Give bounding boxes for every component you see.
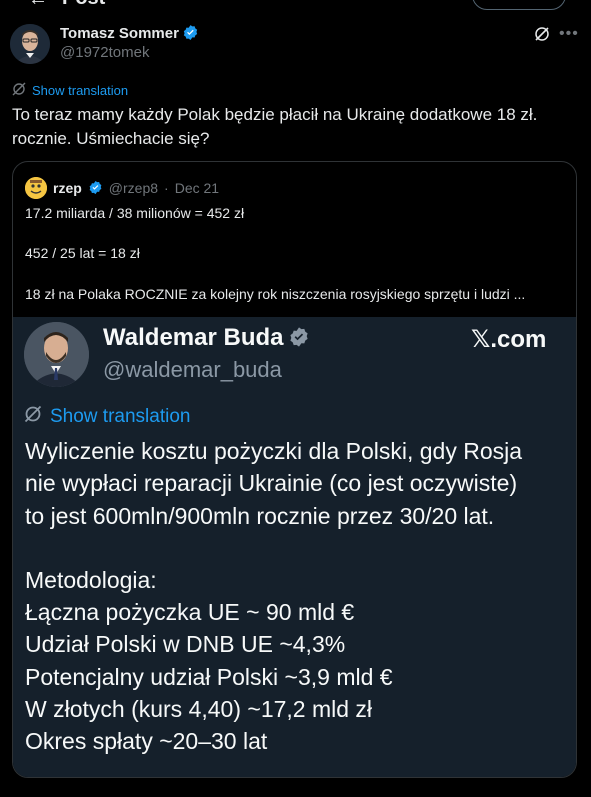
quoted-text-line: 17.2 miliarda / 38 milionów = 452 zł	[25, 205, 245, 221]
separator-dot: ·	[164, 180, 169, 196]
author-handle[interactable]: @1972tomek	[60, 44, 149, 61]
tweet-text: To teraz mamy każdy Polak będzie płacił …	[12, 103, 577, 151]
methodology-item: Okres spłaty ~20–30 lat	[25, 728, 268, 755]
reply-button[interactable]	[472, 0, 566, 10]
quoted-tweet[interactable]: rzep @rzep8 · Dec 21 17.2 miliarda / 38 …	[12, 161, 577, 778]
top-bar: ← Post	[0, 0, 591, 12]
verified-badge-icon	[88, 180, 103, 196]
methodology-item: Łączna pożyczka UE ~ 90 mld €	[25, 599, 355, 626]
quoted-tweet-date[interactable]: Dec 21	[175, 180, 219, 196]
media-author-avatar	[24, 322, 89, 387]
quoted-media-image[interactable]: Waldemar Buda @waldemar_buda 𝕏.com Show …	[13, 317, 576, 777]
methodology-item: W złotych (kurs 4,40) ~17,2 mld zł	[25, 696, 373, 723]
media-show-translation-label: Show translation	[50, 406, 191, 427]
quoted-author-avatar[interactable]	[25, 177, 47, 199]
media-text-line: Wyliczenie kosztu pożyczki dla Polski, g…	[25, 438, 523, 464]
more-options-icon[interactable]: •••	[559, 26, 579, 42]
back-arrow-icon[interactable]: ←	[28, 0, 48, 11]
author-name-text[interactable]: Tomasz Sommer	[60, 25, 179, 42]
show-translation-link[interactable]: Show translation	[12, 82, 128, 99]
grok-icon[interactable]	[534, 26, 550, 42]
media-author-name: Waldemar Buda	[103, 324, 310, 355]
media-text-line: nie wypłaci reparacji Ukrainie (co jest …	[25, 470, 518, 497]
media-author-handle: @waldemar_buda	[103, 357, 282, 382]
quoted-author-name[interactable]: rzep	[53, 180, 82, 196]
quoted-text-line: 18 zł na Polaka ROCZNIE za kolejny rok n…	[25, 286, 526, 302]
page-title: Post	[62, 0, 105, 10]
methodology-title: Metodologia:	[25, 566, 157, 593]
x-com-logo: 𝕏.com	[471, 326, 547, 353]
translate-icon	[12, 82, 26, 99]
media-show-translation: Show translation	[24, 405, 190, 429]
verified-badge-icon	[288, 326, 310, 355]
author-avatar[interactable]	[10, 24, 50, 64]
tweet-text-line: rocznie. Uśmiechacie się?	[12, 129, 210, 148]
verified-badge-icon	[182, 24, 199, 45]
methodology-item: Potencjalny udział Polski ~3,9 mld €	[25, 663, 393, 690]
quoted-author-handle[interactable]: @rzep8	[109, 180, 158, 196]
quoted-text-line: 452 / 25 lat = 18 zł	[25, 245, 140, 261]
tweet-text-line: To teraz mamy każdy Polak będzie płacił …	[12, 105, 538, 124]
show-translation-label[interactable]: Show translation	[32, 83, 128, 98]
media-text-line: to jest 600mln/900mln rocznie przez 30/2…	[25, 502, 495, 529]
author-name[interactable]: Tomasz Sommer	[60, 24, 199, 45]
media-body-text: Wyliczenie kosztu pożyczki dla Polski, g…	[25, 435, 570, 758]
quoted-tweet-header: rzep @rzep8 · Dec 21	[25, 177, 219, 199]
methodology-item: Udział Polski w DNB UE ~4,3%	[25, 631, 346, 658]
translate-icon	[24, 405, 42, 429]
media-author-name-text: Waldemar Buda	[103, 324, 284, 351]
